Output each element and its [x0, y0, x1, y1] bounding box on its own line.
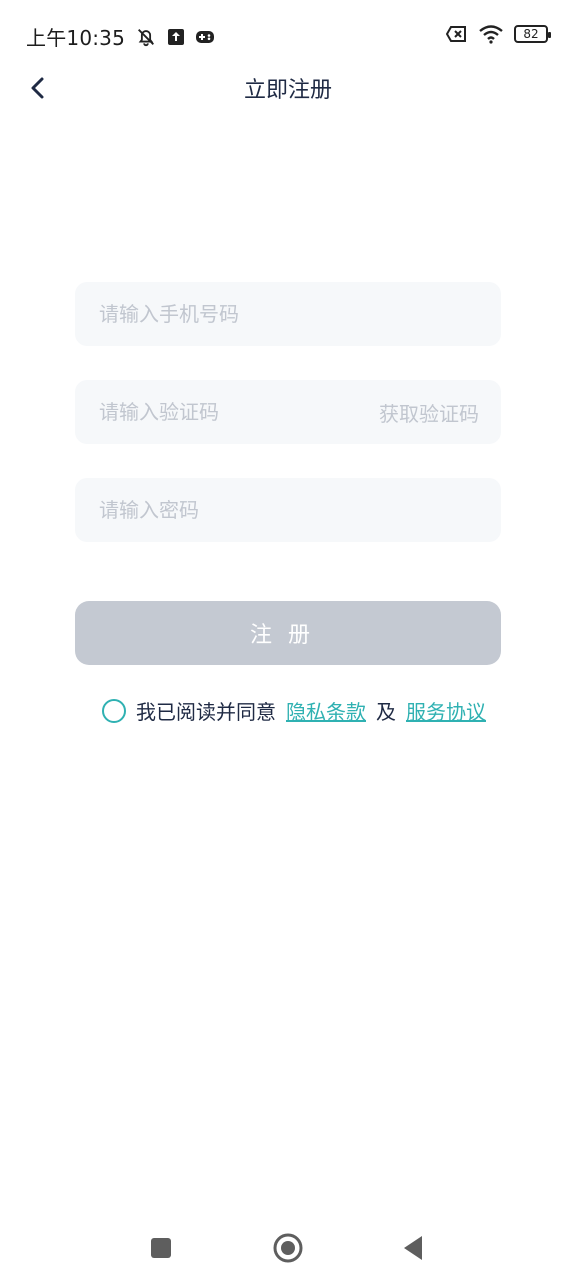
status-left: 上午10:35 — [26, 22, 215, 51]
agree-radio[interactable] — [102, 698, 126, 723]
status-right: 82 — [446, 24, 551, 44]
navigation-bar — [0, 1212, 576, 1280]
phone-field — [75, 282, 501, 346]
phone-input[interactable] — [97, 301, 479, 327]
battery-icon: 82 — [514, 25, 551, 43]
battery-level: 82 — [523, 27, 539, 41]
code-field: 获取验证码 — [75, 380, 501, 444]
home-button[interactable] — [270, 1230, 306, 1266]
get-code-button[interactable]: 获取验证码 — [379, 398, 479, 427]
agreement-row: 我已阅读并同意 隐私条款 及 服务协议 — [102, 696, 486, 725]
header: 立即注册 — [0, 60, 576, 116]
triangle-left-icon — [402, 1235, 424, 1261]
wifi-icon — [478, 24, 504, 44]
register-button[interactable]: 注册 — [75, 601, 501, 665]
bell-muted-icon — [135, 26, 157, 48]
agreement-and: 及 — [376, 700, 396, 724]
square-icon — [150, 1237, 172, 1259]
gamepad-icon — [195, 29, 215, 45]
back-nav-button[interactable] — [395, 1230, 431, 1266]
agreement-prefix: 我已阅读并同意 — [136, 700, 276, 724]
status-time: 上午10:35 — [26, 26, 126, 50]
password-input[interactable] — [97, 497, 479, 523]
code-input[interactable] — [97, 399, 379, 425]
privacy-link[interactable]: 隐私条款 — [286, 696, 366, 725]
register-form: 获取验证码 — [75, 282, 501, 576]
circle-icon — [273, 1233, 303, 1263]
sim-off-icon — [446, 25, 468, 43]
page-title: 立即注册 — [243, 78, 332, 103]
service-link[interactable]: 服务协议 — [406, 696, 486, 725]
password-field — [75, 478, 501, 542]
recents-button[interactable] — [143, 1230, 179, 1266]
upload-icon — [167, 28, 185, 46]
